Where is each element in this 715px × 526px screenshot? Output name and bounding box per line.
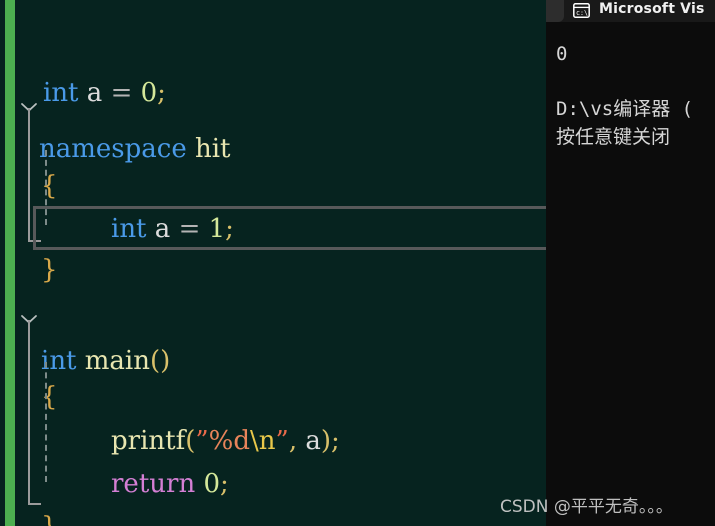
code-line-printf[interactable]: printf(”%d\n”, a); bbox=[15, 377, 340, 456]
csdn-watermark: CSDN @平平无奇。。。 bbox=[500, 497, 673, 517]
code-line-int-a-0[interactable]: int a = 0; bbox=[15, 29, 166, 108]
code-line-return[interactable]: return 0; bbox=[15, 420, 229, 499]
code-line-namespace-open-brace[interactable]: { bbox=[15, 122, 81, 201]
token-paren-close: ) bbox=[160, 346, 171, 376]
token-brace-close: } bbox=[41, 512, 58, 526]
code-line-main-close-brace[interactable]: } bbox=[15, 463, 81, 526]
code-line-text: printf(”%d\n”, a); bbox=[111, 420, 340, 463]
token-space3 bbox=[200, 214, 208, 244]
token-escape-newline: \n bbox=[250, 426, 276, 456]
token-semicolon: ; bbox=[331, 426, 340, 456]
code-line-text: } bbox=[41, 249, 58, 292]
code-editor[interactable]: int a = 0; namespace hit { int a = 1;} … bbox=[0, 0, 546, 526]
token-number-one: 1 bbox=[208, 214, 226, 244]
code-line-int-a-1[interactable]: int a = 1; bbox=[15, 165, 234, 244]
token-identifier-a: a bbox=[154, 214, 171, 244]
token-quote-close: ” bbox=[275, 426, 289, 456]
token-number-zero: 0 bbox=[140, 78, 158, 108]
code-line-text: return 0; bbox=[111, 463, 229, 506]
code-area[interactable]: int a = 0; namespace hit { int a = 1;} … bbox=[15, 0, 546, 526]
code-line-main-open-brace[interactable]: { bbox=[15, 333, 81, 412]
token-identifier-a: a bbox=[86, 78, 103, 108]
token-number-zero: 0 bbox=[203, 469, 220, 499]
token-operator-assign: = bbox=[178, 214, 201, 244]
token-quote-open: ” bbox=[195, 426, 209, 456]
screen-root: int a = 0; namespace hit { int a = 1;} … bbox=[0, 0, 715, 526]
command-prompt-icon: c:\ bbox=[573, 3, 590, 18]
svg-text:c:\: c:\ bbox=[576, 9, 588, 17]
token-identifier-hit: hit bbox=[195, 134, 231, 164]
console-output-line-3: D:\vs编译器 ( bbox=[556, 98, 694, 120]
console-window-title: Microsoft Vis bbox=[599, 1, 705, 17]
token-keyword-int: int bbox=[111, 214, 147, 244]
token-format-specifier: %d bbox=[208, 426, 251, 456]
token-paren-open: ( bbox=[150, 346, 161, 376]
code-line-text: } bbox=[41, 506, 58, 526]
console-output-line-4: 按任意键关闭 bbox=[556, 126, 671, 148]
current-line-highlight bbox=[33, 206, 546, 250]
token-semicolon: ; bbox=[157, 78, 166, 108]
token-space2 bbox=[102, 78, 110, 108]
console-tab-corner bbox=[546, 0, 564, 22]
token-operator-assign: = bbox=[110, 78, 133, 108]
console-titlebar[interactable]: c:\ Microsoft Vis bbox=[546, 0, 715, 22]
token-paren-close: ) bbox=[320, 426, 332, 456]
token-space3 bbox=[132, 78, 140, 108]
token-space2 bbox=[170, 214, 178, 244]
change-indicator-bar bbox=[5, 0, 15, 526]
token-function-main: main bbox=[84, 346, 150, 376]
code-line-text: int a = 1; bbox=[111, 208, 234, 251]
code-line-namespace-close-brace[interactable]: } bbox=[15, 206, 81, 285]
token-semicolon: ; bbox=[220, 469, 229, 499]
token-comma: , bbox=[288, 426, 298, 456]
token-identifier-a: a bbox=[305, 426, 321, 456]
console-output-line-1: 0 bbox=[556, 43, 568, 65]
token-function-printf: printf bbox=[111, 426, 186, 456]
token-semicolon: ; bbox=[225, 214, 234, 244]
token-paren-open: ( bbox=[185, 426, 196, 456]
token-brace-close: } bbox=[41, 255, 58, 285]
token-keyword-return: return bbox=[111, 469, 196, 499]
console-window[interactable]: c:\ Microsoft Vis 0 D:\vs编译器 ( 按任意键关闭 bbox=[546, 0, 715, 526]
